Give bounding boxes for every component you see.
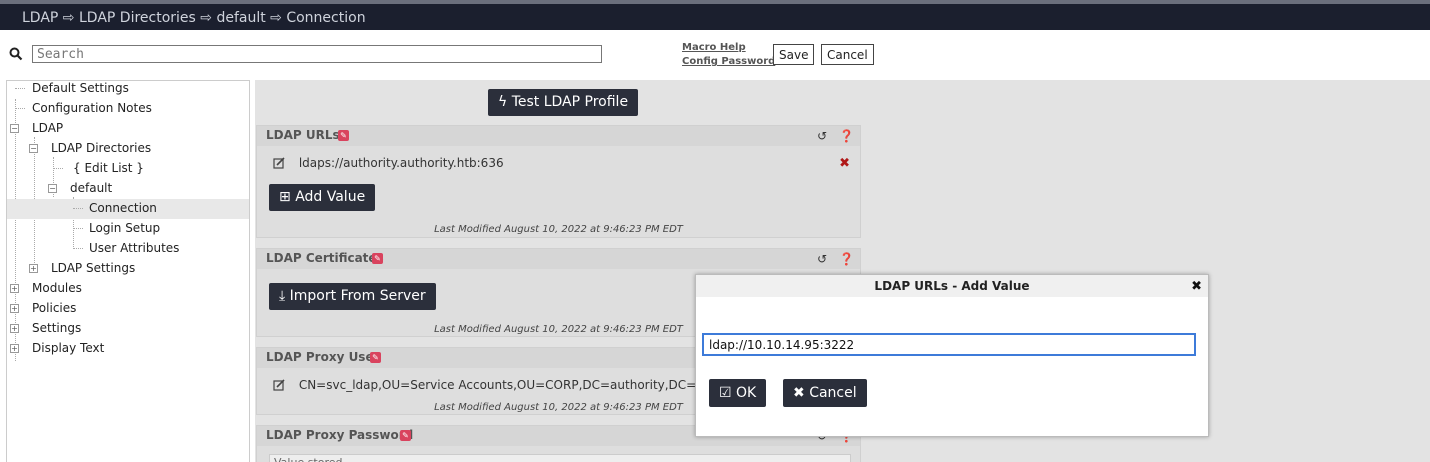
sidebar-item-user-attributes[interactable]: User Attributes (7, 239, 249, 259)
sidebar-item-settings[interactable]: + Settings (7, 319, 249, 339)
expand-icon[interactable]: + (10, 324, 19, 333)
ok-button[interactable]: ☑ OK (709, 379, 767, 407)
help-links: Macro Help Config Password (682, 41, 775, 69)
sidebar-item-ldap-settings[interactable]: + LDAP Settings (7, 259, 249, 279)
add-value-button[interactable]: ⊞ Add Value (269, 184, 376, 211)
edit-icon[interactable]: ✎ (372, 253, 383, 264)
sidebar-item-ldap-directories[interactable]: − LDAP Directories (7, 139, 249, 159)
proxy-user-value: CN=svc_ldap,OU=Service Accounts,OU=CORP,… (298, 378, 717, 392)
close-icon[interactable]: ✖ (1191, 279, 1202, 294)
config-password-link[interactable]: Config Password (682, 55, 775, 69)
ldap-url-value: ldaps://authority.authority.htb:636 (298, 156, 504, 170)
edit-pencil-icon[interactable] (273, 157, 285, 169)
delete-icon[interactable]: ✖ (839, 156, 850, 171)
password-status: Value stored (269, 454, 851, 462)
help-icon[interactable]: ❓ (839, 129, 854, 143)
help-icon[interactable]: ❓ (839, 252, 854, 266)
expand-icon[interactable]: + (10, 304, 19, 313)
check-square-icon: ☑ (719, 385, 732, 401)
ldap-url-input[interactable] (702, 333, 1196, 356)
expand-icon[interactable]: + (10, 284, 19, 293)
sidebar-item-configuration-notes[interactable]: Configuration Notes (7, 99, 249, 119)
panel-title: LDAP URLs (266, 128, 340, 142)
sidebar-item-default-settings[interactable]: Default Settings (7, 79, 249, 99)
sidebar-item-display-text[interactable]: + Display Text (7, 339, 249, 359)
cancel-button[interactable]: Cancel (821, 44, 874, 65)
edit-pencil-icon[interactable] (273, 379, 285, 391)
dialog-cancel-button[interactable]: ✖ Cancel (783, 379, 867, 407)
settings-tree: Default Settings Configuration Notes − L… (6, 80, 250, 462)
import-from-server-button[interactable]: ⤓ Import From Server (269, 283, 436, 310)
panel-title: LDAP Certificates (266, 251, 384, 265)
collapse-icon[interactable]: − (29, 144, 38, 153)
add-value-dialog: LDAP URLs - Add Value ✖ ☑ OK ✖ Cancel (695, 274, 1209, 437)
search-icon (9, 47, 23, 61)
download-icon: ⤓ (279, 288, 286, 304)
search-input[interactable] (32, 45, 602, 63)
collapse-icon[interactable]: − (10, 124, 19, 133)
dialog-title: LDAP URLs - Add Value (696, 275, 1208, 297)
title-bar: LDAP ⇨ LDAP Directories ⇨ default ⇨ Conn… (0, 0, 1430, 30)
panel-title: LDAP Proxy Password (266, 428, 414, 442)
plus-square-icon: ⊞ (279, 189, 291, 205)
edit-icon[interactable]: ✎ (370, 352, 381, 363)
list-item: ldaps://authority.authority.htb:636 (273, 156, 504, 170)
expand-icon[interactable]: + (10, 344, 19, 353)
save-button[interactable]: Save (773, 44, 815, 65)
sidebar-item-policies[interactable]: + Policies (7, 299, 249, 319)
breadcrumb: LDAP ⇨ LDAP Directories ⇨ default ⇨ Conn… (22, 10, 366, 26)
test-ldap-profile-button[interactable]: ϟ Test LDAP Profile (488, 89, 639, 116)
panel-ldap-urls: LDAP URLs ✎ ↺ ❓ ldaps://authority.author… (256, 125, 861, 238)
list-item: CN=svc_ldap,OU=Service Accounts,OU=CORP,… (273, 378, 716, 392)
sidebar-item-default[interactable]: − default (7, 179, 249, 199)
collapse-icon[interactable]: − (48, 184, 57, 193)
reset-icon[interactable]: ↺ (817, 252, 827, 266)
expand-icon[interactable]: + (29, 264, 38, 273)
reset-icon[interactable]: ↺ (817, 129, 827, 143)
close-icon: ✖ (793, 385, 805, 401)
sidebar-item-connection[interactable]: Connection (7, 199, 249, 219)
search-row: Macro Help Config Password Save Cancel (0, 30, 1430, 78)
sidebar-item-login-setup[interactable]: Login Setup (7, 219, 249, 239)
edit-icon[interactable]: ✎ (338, 130, 349, 141)
edit-icon[interactable]: ✎ (400, 430, 411, 441)
sidebar-item-modules[interactable]: + Modules (7, 279, 249, 299)
bolt-icon: ϟ (498, 94, 508, 110)
sidebar-item-edit-list[interactable]: { Edit List } (7, 159, 249, 179)
sidebar-item-ldap[interactable]: − LDAP (7, 119, 249, 139)
last-modified: Last Modified August 10, 2022 at 9:46:23… (434, 224, 683, 235)
panel-title: LDAP Proxy User (266, 350, 380, 364)
macro-help-link[interactable]: Macro Help (682, 41, 775, 55)
